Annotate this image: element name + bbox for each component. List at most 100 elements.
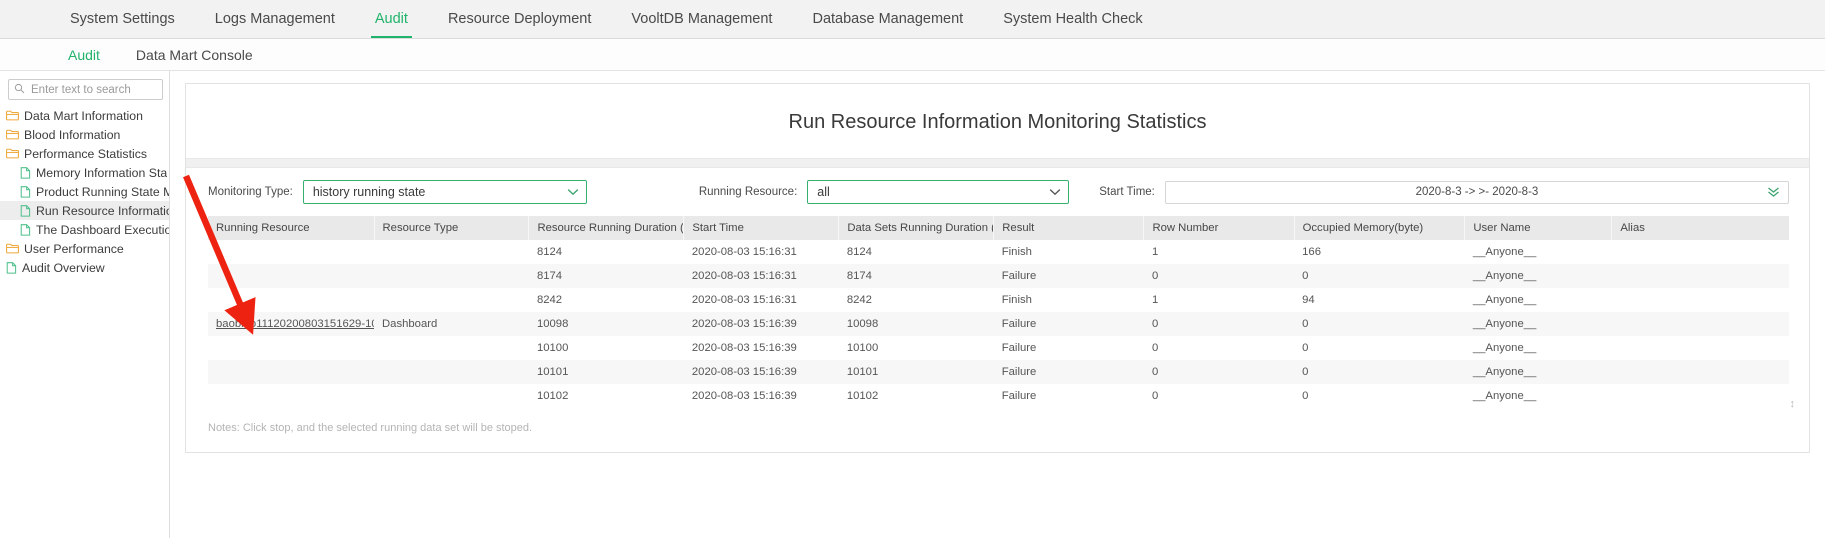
file-icon xyxy=(20,185,31,198)
running-resource-link[interactable]: baobiao11120200803151629-1010 xyxy=(216,318,374,330)
table-cell-user-name: __Anyone__ xyxy=(1472,366,1537,378)
sidebar-item-data-mart-information[interactable]: Data Mart Information xyxy=(0,106,169,125)
folder-icon xyxy=(6,148,19,159)
table-cell-alias xyxy=(1612,360,1789,384)
table-cell-resource-duration: 8242 xyxy=(536,294,563,306)
table-column-header-row-number[interactable]: Row Number xyxy=(1143,216,1295,240)
sidebar-item-product-running-state-m[interactable]: Product Running State M xyxy=(0,182,169,201)
table-row[interactable]: 8124 2020-08-03 15:16:31 8124 Finish 1 166 __A… xyxy=(208,240,1789,264)
topnav-item-logs-management[interactable]: Logs Management xyxy=(195,0,355,38)
sidebar-item-label: Performance Statistics xyxy=(24,146,148,161)
table-column-header-result[interactable]: Result xyxy=(993,216,1145,240)
monitoring-type-select[interactable]: history running state xyxy=(302,180,587,204)
sidebar-item-user-performance[interactable]: User Performance xyxy=(0,239,169,258)
topnav-item-audit[interactable]: Audit xyxy=(355,0,428,38)
folder-icon xyxy=(6,110,19,121)
search-input[interactable] xyxy=(29,82,157,97)
table-column-header-resource-running-duration-ms[interactable]: Resource Running Duration (ms) xyxy=(528,216,685,240)
table-cell-user-name: __Anyone__ xyxy=(1472,270,1537,282)
chevron-down-icon xyxy=(1049,188,1061,196)
table-cell-resource-type xyxy=(374,336,529,360)
start-time-range-picker[interactable]: 2020-8-3 -> >- 2020-8-3 xyxy=(1164,180,1789,204)
table-column-header-start-time[interactable]: Start Time xyxy=(683,216,840,240)
topnav-item-database-management[interactable]: Database Management xyxy=(792,0,983,38)
table-column-header-resource-type[interactable]: Resource Type xyxy=(374,216,530,240)
table-cell-result: Failure xyxy=(1001,390,1037,402)
table-cell-data-sets-duration: 8242 xyxy=(846,294,872,306)
table-column-header-user-name[interactable]: User Name xyxy=(1464,216,1613,240)
table-cell-result: Finish xyxy=(1001,294,1032,306)
table-cell-row-number: 0 xyxy=(1151,318,1159,330)
start-time-label: Start Time: xyxy=(1099,186,1155,198)
table-cell-row-number: 0 xyxy=(1151,390,1159,402)
sidebar-item-blood-information[interactable]: Blood Information xyxy=(0,125,169,144)
topnav-item-vooltdb-management[interactable]: VooltDB Management xyxy=(611,0,792,38)
table-cell-data-sets-duration: 10101 xyxy=(846,366,879,378)
sidebar-item-label: Blood Information xyxy=(24,127,121,142)
double-chevron-down-icon[interactable] xyxy=(1767,186,1780,198)
table-cell-occupied-memory: 0 xyxy=(1302,318,1309,330)
table-cell-data-sets-duration: 8174 xyxy=(846,270,872,282)
sidebar-item-the-dashboard-executio[interactable]: The Dashboard Executio xyxy=(0,220,169,239)
subnav-item-audit[interactable]: Audit xyxy=(50,47,118,63)
table-cell-data-sets-duration: 10102 xyxy=(846,390,879,402)
table-row[interactable]: 8174 2020-08-03 15:16:31 8174 Failure 0 0 __An… xyxy=(208,264,1789,288)
table-column-header-data-sets-running-duration-ms[interactable]: Data Sets Running Duration (ms) xyxy=(838,216,995,240)
sidebar-item-label: Data Mart Information xyxy=(24,108,143,123)
table-cell-resource-duration: 8174 xyxy=(536,270,563,282)
table-row[interactable]: 10102 2020-08-03 15:16:39 10102 Failure 0 0 __… xyxy=(208,384,1789,408)
topnav-item-resource-deployment[interactable]: Resource Deployment xyxy=(428,0,611,38)
table-cell-row-number: 1 xyxy=(1151,246,1159,258)
run-resource-table: Running Resource Resource Type Resource Ru… xyxy=(208,216,1789,408)
table-column-header-occupied-memory-byte[interactable]: Occupied Memory(byte) xyxy=(1294,216,1466,240)
table-cell-result: Failure xyxy=(1001,342,1037,354)
table-header: Running Resource Resource Type Resource Ru… xyxy=(208,216,1789,240)
table-column-header-running-resource[interactable]: Running Resource xyxy=(208,216,375,240)
title-divider xyxy=(186,158,1809,168)
page-body: Data Mart Information Blood Information Pe… xyxy=(0,71,1825,538)
table-row[interactable]: 10100 2020-08-03 15:16:39 10100 Failure 0 0 __… xyxy=(208,336,1789,360)
running-resource-select[interactable]: all xyxy=(807,180,1070,204)
table-header-row: Running Resource Resource Type Resource Ru… xyxy=(208,216,1789,240)
table-cell-running-resource xyxy=(208,288,374,312)
table-cell-resource-type: Dashboard xyxy=(382,318,438,330)
table-cell-row-number: 1 xyxy=(1151,294,1159,306)
table-row[interactable]: baobiao11120200803151629-1010 Dashboard 10… xyxy=(208,312,1789,336)
table-cell-resource-type xyxy=(374,360,529,384)
table-row[interactable]: 8242 2020-08-03 15:16:31 8242 Finish 1 94 __An… xyxy=(208,288,1789,312)
table-cell-result: Failure xyxy=(1001,270,1037,282)
table-cell-row-number: 0 xyxy=(1151,342,1159,354)
table-cell-occupied-memory: 0 xyxy=(1302,342,1309,354)
sidebar-item-label: Product Running State M xyxy=(36,184,169,199)
table-cell-start-time: 2020-08-03 15:16:39 xyxy=(691,318,797,330)
filter-toolbar: Monitoring Type: history running state R… xyxy=(186,168,1809,216)
running-resource-value: all xyxy=(817,185,830,199)
running-resource-label: Running Resource: xyxy=(698,186,798,198)
sidebar-item-audit-overview[interactable]: Audit Overview xyxy=(0,258,169,277)
table-cell-result: Failure xyxy=(1001,366,1037,378)
primary-navigation-bar: System Settings Logs Management Audit Resou… xyxy=(0,0,1825,39)
topnav-item-system-settings[interactable]: System Settings xyxy=(50,0,195,38)
table-cell-alias xyxy=(1612,240,1789,264)
sidebar-item-run-resource-informatio[interactable]: Run Resource Informatio xyxy=(0,201,169,220)
table-cell-row-number: 0 xyxy=(1151,366,1159,378)
table-cell-row-number: 0 xyxy=(1151,270,1159,282)
subnav-item-data-mart-console[interactable]: Data Mart Console xyxy=(118,47,271,63)
file-icon xyxy=(20,166,31,179)
search-box[interactable] xyxy=(8,79,163,100)
tree-list: Data Mart Information Blood Information Pe… xyxy=(0,106,169,277)
monitoring-type-label: Monitoring Type: xyxy=(208,186,293,198)
table-cell-resource-type xyxy=(374,384,529,408)
table-cell-resource-duration: 10101 xyxy=(536,366,569,378)
table-cell-running-resource xyxy=(208,384,374,408)
page-title: Run Resource Information Monitoring Stat… xyxy=(788,111,1207,133)
table-row[interactable]: 10101 2020-08-03 15:16:39 10101 Failure 0 0 __… xyxy=(208,360,1789,384)
sidebar-item-memory-information-sta[interactable]: Memory Information Sta xyxy=(0,163,169,182)
table-column-header-alias[interactable]: Alias xyxy=(1611,216,1789,240)
table-scroll-handle[interactable]: ↕ xyxy=(1790,399,1796,410)
sidebar-item-performance-statistics[interactable]: Performance Statistics xyxy=(0,144,169,163)
topnav-item-system-health-check[interactable]: System Health Check xyxy=(983,0,1162,38)
table-cell-resource-duration: 10100 xyxy=(536,342,569,354)
start-time-range-value: 2020-8-3 -> >- 2020-8-3 xyxy=(1415,186,1539,198)
sidebar-navigation-tree: Data Mart Information Blood Information Pe… xyxy=(0,71,170,538)
